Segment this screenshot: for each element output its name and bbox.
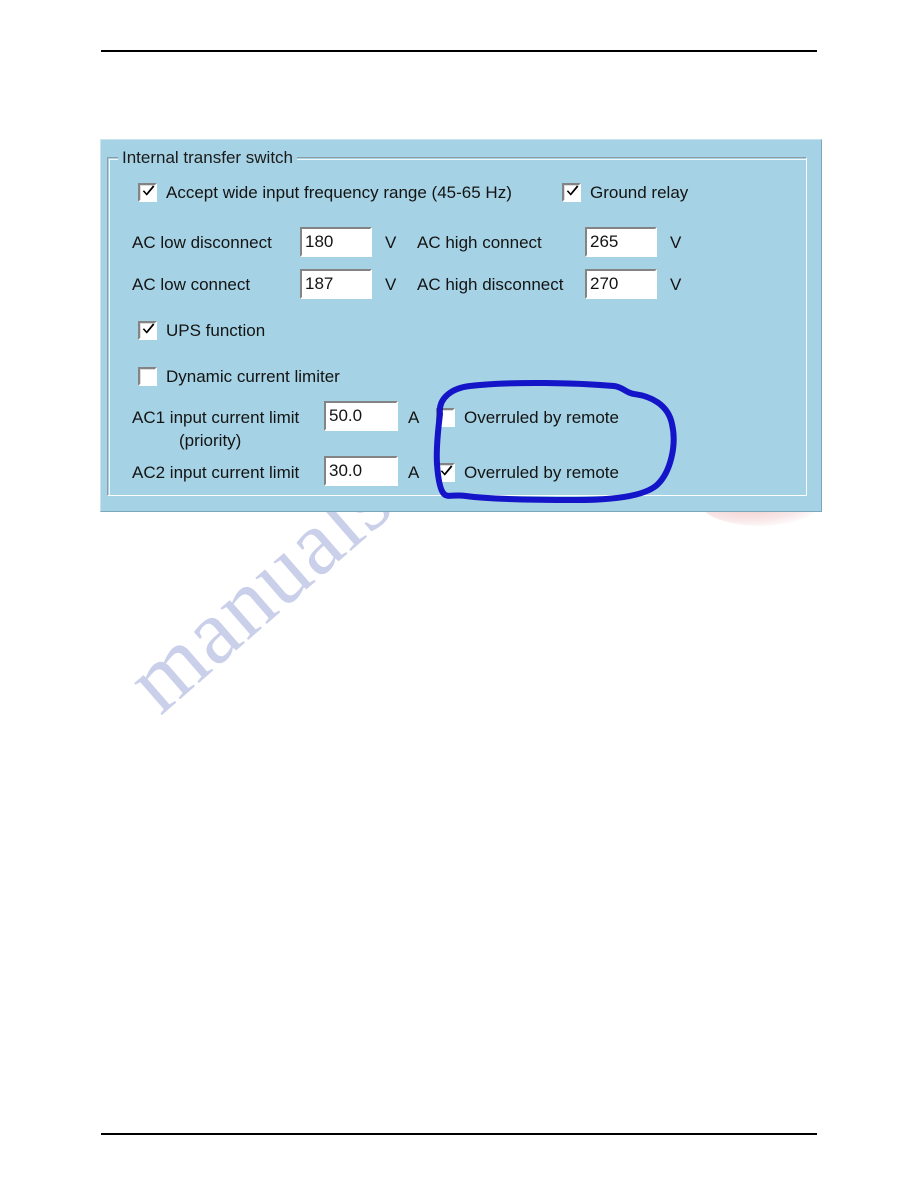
ac-low-disconnect-unit: V xyxy=(385,233,397,252)
page-footer-rule xyxy=(101,1133,817,1135)
ac-high-disconnect-label: AC high disconnect xyxy=(417,275,564,294)
ac2-input-current-limit-label-wrap: AC2 input current limit xyxy=(132,463,299,482)
ac-high-connect-input[interactable]: 265 xyxy=(585,227,657,257)
dynamic-current-limiter-label: Dynamic current limiter xyxy=(166,367,340,386)
ac-low-connect-label-wrap: AC low connect xyxy=(132,275,250,294)
ac-low-connect-label: AC low connect xyxy=(132,275,251,294)
ac-high-connect-label-wrap: AC high connect xyxy=(417,233,542,252)
ac2-overruled-label: Overruled by remote xyxy=(464,463,619,482)
ac2-input-current-limit-input[interactable]: 30.0 xyxy=(324,456,398,486)
ac-low-connect-input[interactable]: 187 xyxy=(300,269,372,299)
accept-wide-frequency-checkbox[interactable]: Accept wide input frequency range (45-65… xyxy=(138,183,512,202)
ac-high-connect-label: AC high connect xyxy=(417,233,542,252)
ac-high-disconnect-label-wrap: AC high disconnect xyxy=(417,275,563,294)
ups-function-label: UPS function xyxy=(166,321,266,340)
ac1-priority-label: (priority) xyxy=(179,431,242,450)
accept-wide-frequency-checkbox-box[interactable] xyxy=(138,183,157,202)
check-icon xyxy=(142,322,155,335)
ground-relay-checkbox-box[interactable] xyxy=(562,183,581,202)
ac1-input-current-limit-unit: A xyxy=(408,408,420,427)
ground-relay-label: Ground relay xyxy=(590,183,689,202)
ac-high-disconnect-unit: V xyxy=(670,275,682,294)
ac2-input-current-limit-unit: A xyxy=(408,463,420,482)
dynamic-current-limiter-checkbox-box[interactable] xyxy=(138,367,157,386)
ac1-overruled-checkbox-box[interactable] xyxy=(436,408,455,427)
ups-function-checkbox-box[interactable] xyxy=(138,321,157,340)
ground-relay-checkbox[interactable]: Ground relay xyxy=(562,183,688,202)
dynamic-current-limiter-checkbox[interactable]: Dynamic current limiter xyxy=(138,367,340,386)
ac2-overruled-checkbox[interactable]: Overruled by remote xyxy=(436,463,619,482)
ac-high-connect-unit: V xyxy=(670,233,682,252)
ac1-input-current-limit-input[interactable]: 50.0 xyxy=(324,401,398,431)
ups-function-checkbox[interactable]: UPS function xyxy=(138,321,265,340)
ac-low-disconnect-label-wrap: AC low disconnect xyxy=(132,233,272,252)
ac1-overruled-label: Overruled by remote xyxy=(464,408,619,427)
ac1-priority-label-wrap: (priority) xyxy=(179,431,241,450)
ac2-input-current-limit-label: AC2 input current limit xyxy=(132,463,300,482)
ac1-input-current-limit-label: AC1 input current limit xyxy=(132,408,300,427)
internal-transfer-switch-dialog: Internal transfer switch Accept wide inp… xyxy=(100,139,822,512)
ac-low-disconnect-input[interactable]: 180 xyxy=(300,227,372,257)
check-icon xyxy=(566,184,579,197)
ac1-input-current-limit-label-wrap: AC1 input current limit xyxy=(132,408,299,427)
check-icon xyxy=(440,464,453,477)
ac-low-connect-unit: V xyxy=(385,275,397,294)
ac1-overruled-checkbox[interactable]: Overruled by remote xyxy=(436,408,619,427)
check-icon xyxy=(142,184,155,197)
groupbox-title: Internal transfer switch xyxy=(118,148,298,168)
page-header-rule xyxy=(101,50,817,52)
ac-high-disconnect-input[interactable]: 270 xyxy=(585,269,657,299)
ac-low-disconnect-label: AC low disconnect xyxy=(132,233,272,252)
accept-wide-frequency-label: Accept wide input frequency range (45-65… xyxy=(166,183,512,202)
ac2-overruled-checkbox-box[interactable] xyxy=(436,463,455,482)
